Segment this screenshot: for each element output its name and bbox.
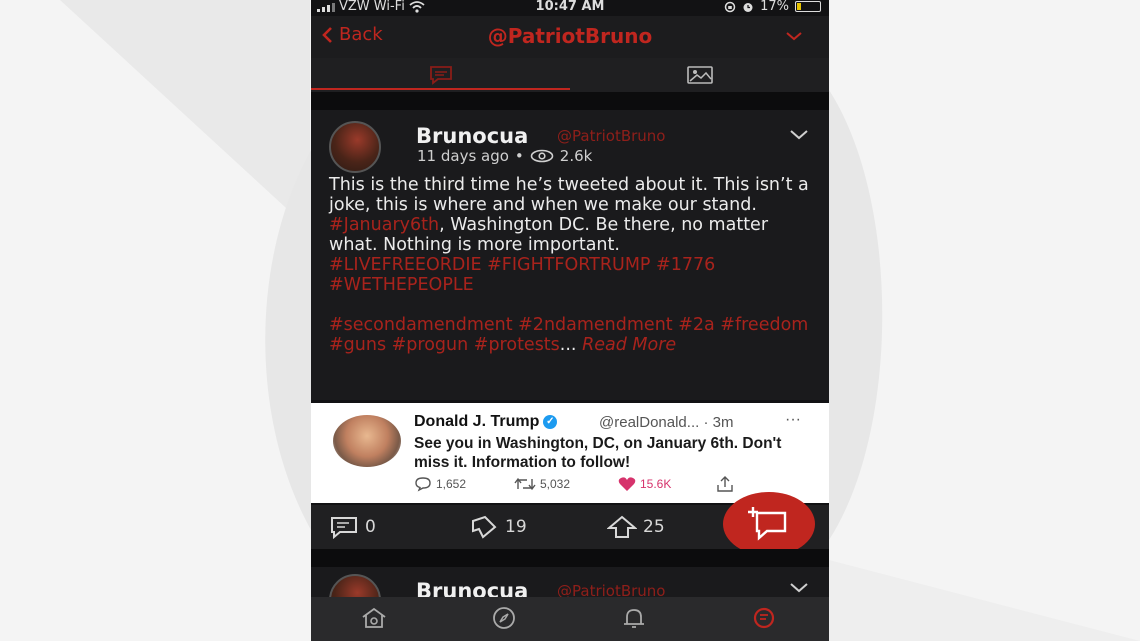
- post-username[interactable]: Brunocua: [416, 124, 528, 148]
- divider: [311, 549, 829, 567]
- downvote-icon: [472, 515, 497, 539]
- active-tab-indicator: [311, 88, 570, 90]
- upvote-button[interactable]: 25: [607, 515, 665, 539]
- downvote-button[interactable]: 19: [469, 515, 527, 539]
- embedded-tweet[interactable]: Donald J. Trump ✓ @realDonald... · 3m ···…: [311, 403, 829, 503]
- post-options-chevron-icon[interactable]: [789, 126, 809, 145]
- lock-rotation-icon: [724, 1, 736, 12]
- avatar[interactable]: [329, 574, 381, 597]
- tweet-like: 15.6K: [618, 476, 716, 492]
- bell-icon: [624, 609, 644, 628]
- tweet-text: See you in Washington, DC, on January 6t…: [414, 435, 782, 471]
- tweet-replies: 1,652: [436, 477, 467, 491]
- profile-icon: [753, 607, 775, 629]
- tweet-handle: @realDonald... · 3m: [599, 414, 733, 431]
- tweet-reply: 1,652: [414, 476, 514, 492]
- post-time: 11 days ago: [417, 147, 509, 165]
- next-post-card: Brunocua @PatriotBruno: [311, 567, 829, 597]
- truncation-ellipsis: ...: [559, 335, 577, 355]
- next-post-handle[interactable]: @PatriotBruno: [557, 582, 666, 597]
- image-tab-icon: [686, 66, 713, 84]
- tab-explore[interactable]: [489, 606, 519, 634]
- status-right: 17%: [724, 0, 821, 14]
- battery-icon: [795, 1, 821, 12]
- phone-screen: VZW Wi-Fi 10:47 AM 17% Back @PatriotBrun…: [311, 0, 829, 641]
- eye-icon: [530, 149, 554, 163]
- post-text-1: This is the third time he’s tweeted abou…: [329, 175, 809, 215]
- tweet-handle-text: @realDonald...: [599, 414, 700, 431]
- hashtags-line-1[interactable]: #LIVEFREEORDIE #FIGHTFORTRUMP #1776 #WET…: [329, 255, 715, 295]
- tweet-retweet: 5,032: [514, 476, 618, 492]
- top-nav-bar: Back @PatriotBruno: [311, 16, 829, 58]
- tab-media[interactable]: [570, 58, 829, 92]
- tweet-more-icon: ···: [785, 411, 801, 428]
- upvote-icon: [607, 515, 637, 538]
- hashtag-link[interactable]: #January6th: [329, 215, 439, 235]
- tweet-actions: 1,652 5,032 15.6K: [414, 476, 734, 492]
- upvote-count: 25: [643, 517, 665, 537]
- profile-tabs: [311, 58, 829, 92]
- tweet-share: [716, 476, 734, 492]
- heart-icon: [618, 477, 636, 491]
- retweet-icon: [514, 477, 536, 491]
- downvote-count: 19: [505, 517, 527, 537]
- tweet-retweets: 5,032: [540, 477, 571, 491]
- tweet-dot: ·: [703, 414, 709, 431]
- tab-home[interactable]: [359, 606, 389, 634]
- reply-icon: [415, 477, 431, 492]
- battery-percent: 17%: [760, 0, 789, 14]
- next-post-username[interactable]: Brunocua: [416, 579, 528, 597]
- bottom-tab-bar: [311, 597, 829, 641]
- meta-separator: •: [514, 147, 524, 165]
- tab-notifications[interactable]: [619, 606, 649, 634]
- post-body: This is the third time he’s tweeted abou…: [329, 175, 819, 355]
- compose-button[interactable]: [723, 492, 815, 556]
- post-meta: 11 days ago • 2.6k: [417, 147, 592, 165]
- tab-posts[interactable]: [311, 58, 570, 92]
- compose-icon: [748, 507, 787, 541]
- tweet-avatar: [333, 415, 401, 467]
- chat-tab-icon: [429, 66, 452, 85]
- page-title: @PatriotBruno: [487, 24, 653, 48]
- share-icon: [717, 476, 733, 492]
- comment-icon: [331, 517, 357, 539]
- chevron-down-icon[interactable]: [785, 26, 803, 47]
- avatar[interactable]: [329, 121, 381, 173]
- post-handle[interactable]: @PatriotBruno: [557, 127, 666, 145]
- tab-profile[interactable]: [749, 606, 779, 634]
- alarm-icon: [743, 2, 753, 12]
- compass-icon: [493, 607, 515, 629]
- comment-count: 0: [365, 517, 376, 537]
- post-views: 2.6k: [559, 147, 593, 165]
- comment-button[interactable]: 0: [329, 515, 376, 539]
- post-card: Brunocua @PatriotBruno 11 days ago • 2.6…: [311, 110, 829, 400]
- home-icon: [362, 607, 386, 628]
- read-more-link[interactable]: Read More: [582, 335, 676, 355]
- divider: [311, 92, 829, 110]
- tweet-likes: 15.6K: [640, 477, 672, 491]
- tweet-author-name: Donald J. Trump: [414, 413, 540, 430]
- tweet-time: 3m: [712, 414, 734, 431]
- next-post-chevron-icon[interactable]: [789, 579, 809, 597]
- tweet-author: Donald J. Trump ✓: [414, 413, 558, 431]
- status-bar: VZW Wi-Fi 10:47 AM 17%: [311, 0, 829, 16]
- verified-badge-icon: ✓: [543, 414, 558, 429]
